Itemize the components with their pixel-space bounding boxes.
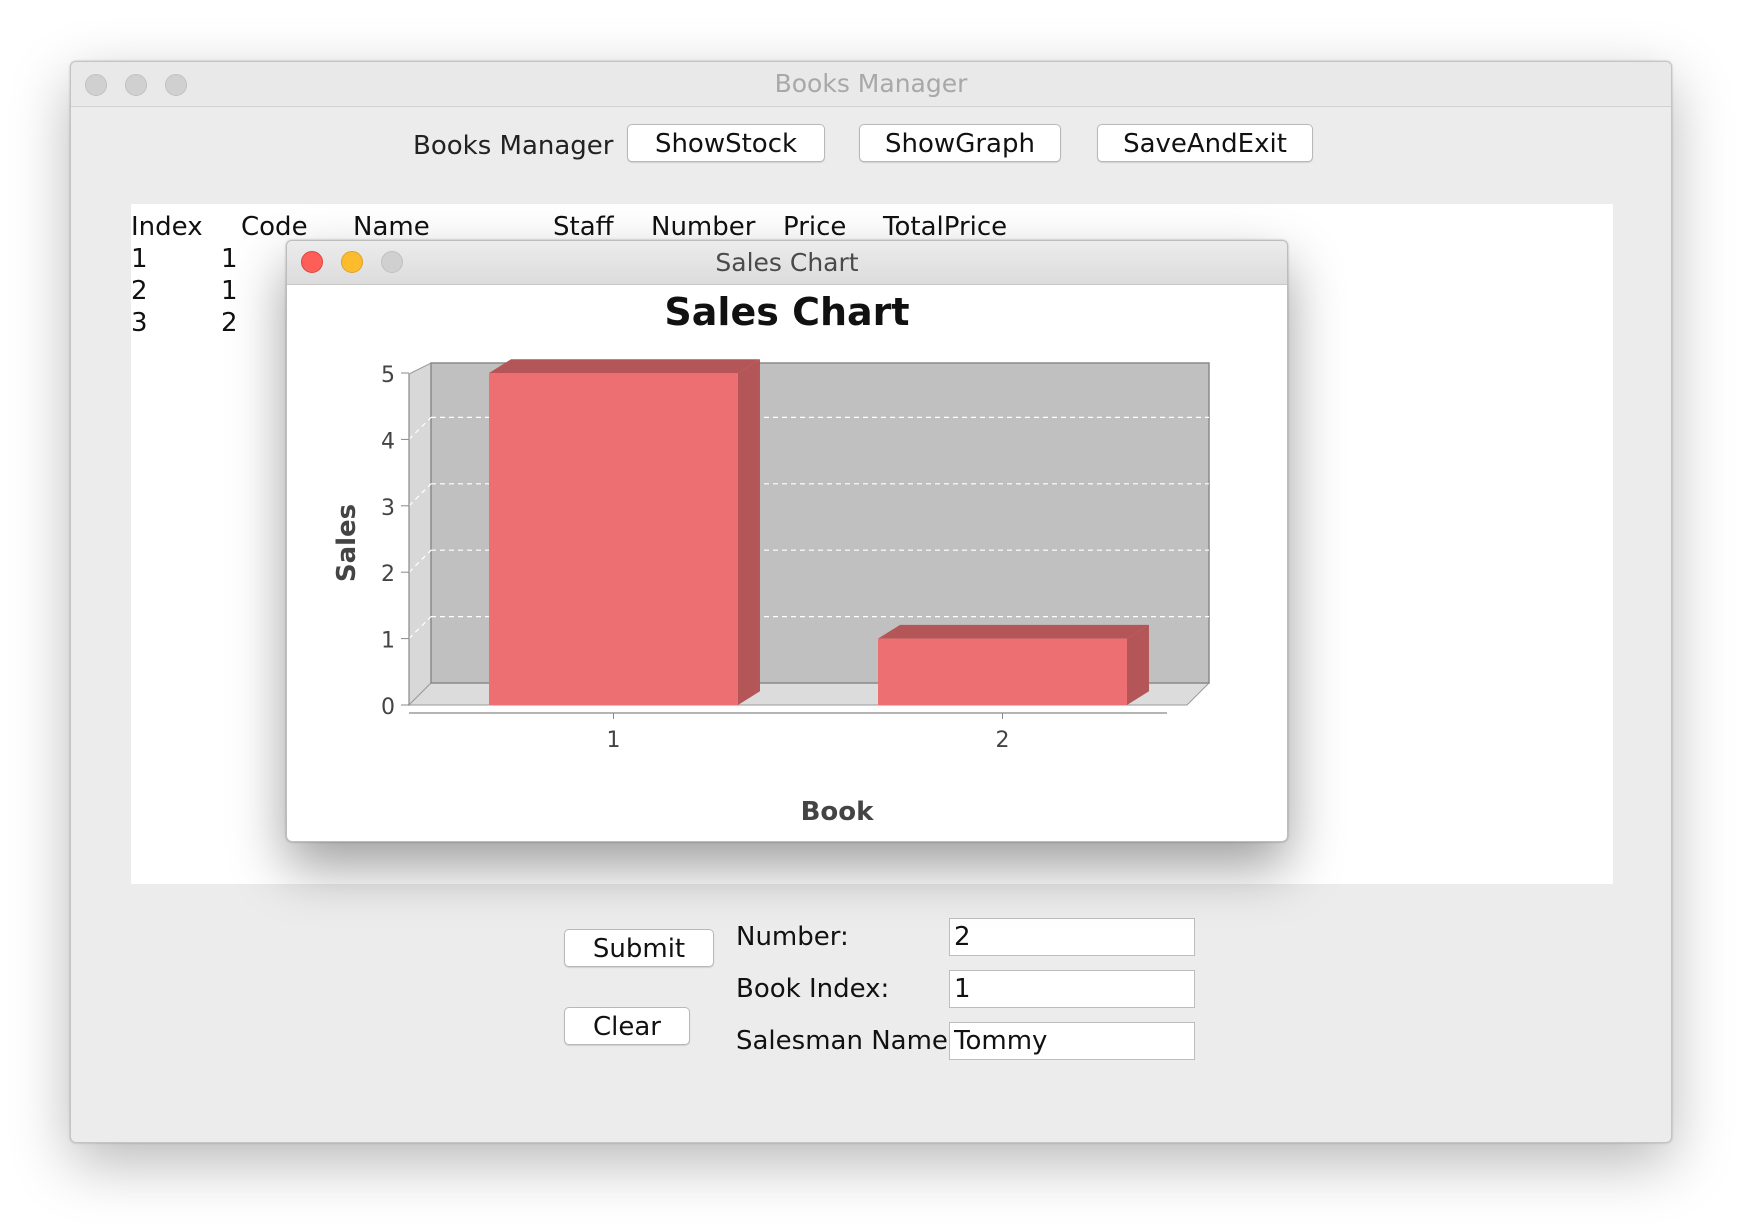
column-header-staff: Staff <box>553 212 614 242</box>
row-2-index[interactable]: 2 <box>131 276 148 306</box>
number-label: Number: <box>736 922 849 952</box>
save-and-exit-button[interactable]: SaveAndExit <box>1097 124 1313 162</box>
toolbar-label: Books Manager <box>413 131 614 161</box>
chart-window-title: Sales Chart <box>715 248 859 277</box>
show-graph-button[interactable]: ShowGraph <box>859 124 1061 162</box>
salesman-name-label: Salesman Name: <box>736 1026 957 1056</box>
sales-chart-window: Sales Chart Sales Chart Book Sales 0 1 2 3 4… <box>286 240 1288 842</box>
book-index-field[interactable] <box>949 970 1195 1008</box>
window-title: Books Manager <box>774 69 968 98</box>
sales-bar-chart: Sales Chart Book Sales 0 1 2 3 4 5 1 2 <box>332 290 1211 827</box>
bar[interactable] <box>489 373 738 705</box>
bar-side <box>737 359 760 705</box>
plot-side-wall <box>408 362 432 707</box>
submit-button[interactable]: Submit <box>564 929 714 967</box>
column-header-total-price: TotalPrice <box>883 212 1008 242</box>
row-3-code[interactable]: 2 <box>221 308 238 338</box>
column-header-index: Index <box>131 212 203 242</box>
column-header-price: Price <box>783 212 847 242</box>
column-header-name: Name <box>353 212 430 242</box>
y-tick-label: 0 <box>381 695 395 720</box>
y-axis-label: Sales <box>332 504 362 582</box>
row-1-index[interactable]: 1 <box>131 244 148 274</box>
bar-top <box>489 359 760 373</box>
row-2-code[interactable]: 1 <box>221 276 238 306</box>
bar[interactable] <box>878 638 1127 705</box>
x-axis-label: Book <box>801 797 875 827</box>
x-tick-label: 2 <box>996 728 1010 753</box>
salesman-name-field[interactable] <box>949 1022 1195 1060</box>
row-3-index[interactable]: 3 <box>131 308 148 338</box>
y-tick-label: 5 <box>381 363 395 388</box>
x-tick-label: 1 <box>607 728 621 753</box>
title-bar: Books Manager <box>71 62 1671 107</box>
chart-title: Sales Chart <box>664 290 909 334</box>
clear-button[interactable]: Clear <box>564 1007 690 1045</box>
bar-top <box>878 624 1149 639</box>
y-tick-label: 3 <box>381 496 395 521</box>
column-header-number: Number <box>651 212 756 242</box>
bar-side <box>1126 624 1149 705</box>
y-tick-label: 2 <box>381 562 395 587</box>
y-tick-label: 1 <box>381 629 395 654</box>
number-field[interactable] <box>949 918 1195 956</box>
y-tick-label: 4 <box>381 429 395 454</box>
show-stock-button[interactable]: ShowStock <box>627 124 825 162</box>
chart-title-bar: Sales Chart <box>287 241 1287 285</box>
column-header-code: Code <box>241 212 308 242</box>
book-index-label: Book Index: <box>736 974 890 1004</box>
row-1-code[interactable]: 1 <box>221 244 238 274</box>
